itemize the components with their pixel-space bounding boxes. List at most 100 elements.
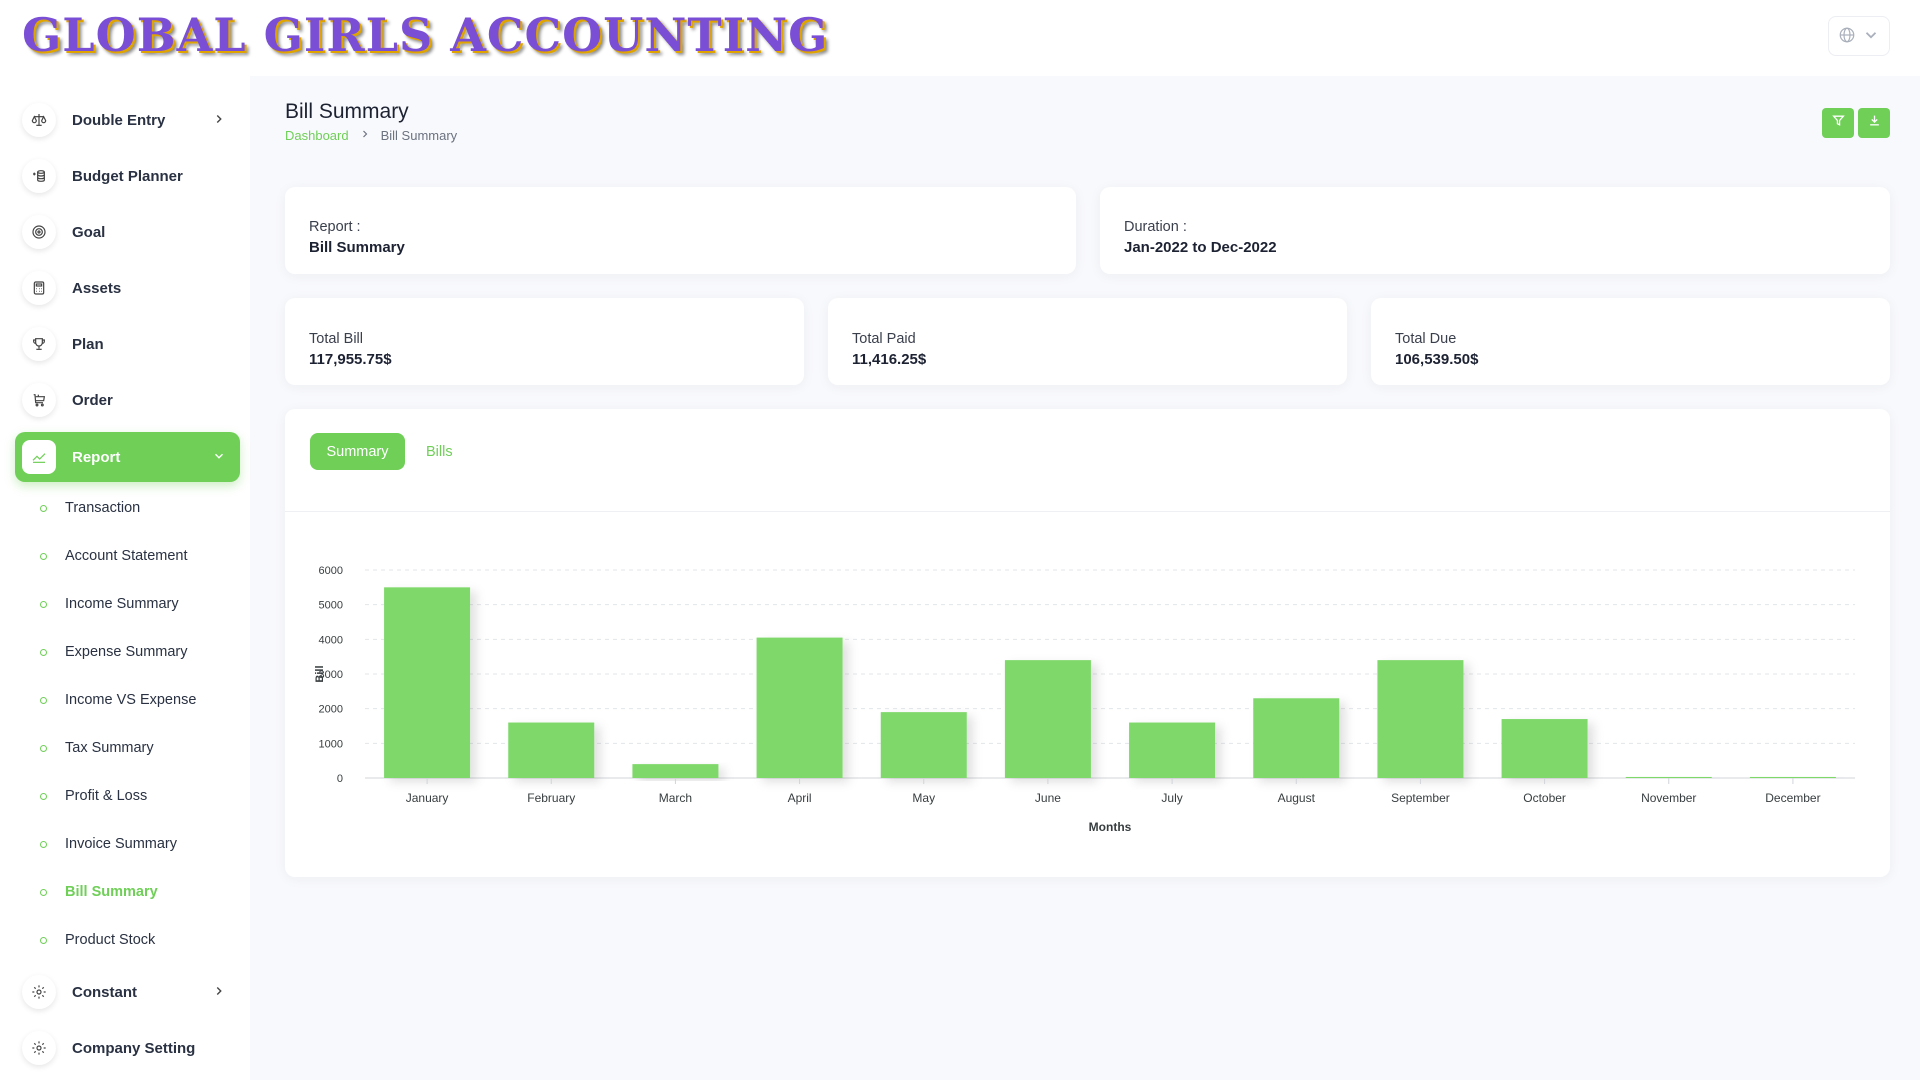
total-paid-value: 11,416.25$ [852, 351, 927, 368]
y-tick-label: 0 [337, 773, 343, 785]
y-tick-label: 2000 [319, 704, 343, 716]
sidebar-subitem-product-stock[interactable]: Product Stock [40, 928, 155, 952]
sidebar-subitem-label: Income VS Expense [65, 692, 197, 708]
total-bill-value: 117,955.75$ [309, 351, 392, 368]
report-label: Report : [309, 219, 361, 235]
sidebar-subitem-label: Tax Summary [65, 740, 154, 756]
total-paid-card: Total Paid 11,416.25$ [828, 298, 1347, 385]
chart-card: Summary Bills 0 1000 2000 3000 4000 5000 6000 J… [285, 409, 1890, 877]
chevron-down-icon [212, 449, 226, 463]
scale-icon [22, 103, 56, 137]
sidebar-item-label: Plan [72, 335, 104, 353]
bullet-icon [40, 648, 47, 656]
trophy-icon [22, 327, 56, 361]
x-tick-label: October [1523, 791, 1566, 805]
sidebar-subitem-label: Account Statement [65, 548, 188, 564]
bullet-icon [40, 600, 47, 608]
y-tick-label: 5000 [319, 600, 343, 612]
globe-icon [1838, 26, 1856, 47]
breadcrumb-current: Bill Summary [380, 127, 458, 143]
x-tick-label: September [1391, 791, 1450, 805]
y-tick-label: 6000 [319, 565, 343, 577]
bar-february [508, 722, 595, 778]
y-tick-label: 4000 [319, 634, 343, 646]
sidebar-subitem-label: Income Summary [65, 596, 179, 612]
chart-line-icon [22, 440, 56, 474]
download-icon [1868, 114, 1881, 132]
bullet-icon [40, 888, 47, 896]
x-tick-label: June [1035, 791, 1061, 805]
bar-september [1377, 660, 1464, 778]
sidebar-subitem-label: Transaction [65, 500, 141, 516]
sidebar-item-plan[interactable]: Plan [15, 319, 240, 369]
target-icon [22, 215, 56, 249]
sidebar-item-order[interactable]: Order [15, 375, 240, 425]
sidebar-item-company-setting[interactable]: Company Setting [15, 1023, 240, 1073]
sidebar-item-goal[interactable]: Goal [15, 207, 240, 257]
sidebar-subitem-expense-summary[interactable]: Expense Summary [40, 640, 188, 664]
breadcrumb-dashboard-link[interactable]: Dashboard [285, 128, 349, 143]
sidebar-subitem-account-statement[interactable]: Account Statement [40, 544, 188, 568]
chevron-right-icon [212, 112, 226, 126]
report-value: Bill Summary [309, 239, 405, 256]
sidebar-subitem-invoice-summary[interactable]: Invoice Summary [40, 832, 177, 856]
filter-button[interactable] [1822, 108, 1854, 138]
sidebar-item-label: Constant [72, 983, 137, 1001]
sidebar-item-label: Report [72, 448, 121, 466]
x-tick-label: February [527, 791, 575, 805]
bullet-icon [40, 792, 47, 800]
bill-bar-chart: 0100020003000400050006000January February… [314, 565, 1855, 834]
sidebar-item-double-entry[interactable]: Double Entry [15, 95, 240, 145]
sidebar-item-constant[interactable]: Constant [15, 967, 240, 1017]
filter-icon [1831, 114, 1845, 132]
sidebar-item-assets[interactable]: Assets [15, 263, 240, 313]
cart-icon [22, 383, 56, 417]
sidebar-subitem-label: Profit & Loss [65, 788, 148, 804]
brand-logo[interactable]: GLOBAL GIRLS ACCOUNTING [22, 8, 828, 62]
language-selector[interactable] [1828, 16, 1890, 56]
bar-august [1253, 698, 1340, 778]
bar-may [880, 712, 967, 778]
download-button[interactable] [1858, 108, 1890, 138]
duration-value: Jan-2022 to Dec-2022 [1124, 239, 1277, 256]
bullet-icon [40, 744, 47, 752]
bar-march [632, 764, 719, 778]
sidebar-item-label: Order [72, 391, 113, 409]
total-due-label: Total Due [1395, 331, 1457, 347]
breadcrumb: Dashboard Bill Summary [285, 127, 457, 143]
page-title: Bill Summary [285, 100, 409, 123]
tab-bills[interactable]: Bills [420, 433, 459, 470]
duration-info-card: Duration : Jan-2022 to Dec-2022 [1100, 187, 1890, 274]
calculator-icon [22, 271, 56, 305]
duration-label: Duration : [1124, 219, 1187, 235]
sidebar-subitem-transaction[interactable]: Transaction [40, 496, 140, 520]
sidebar-subitem-tax-summary[interactable]: Tax Summary [40, 736, 154, 760]
x-tick-label: November [1641, 791, 1696, 805]
x-tick-label: December [1765, 791, 1820, 805]
sidebar-item-label: Assets [72, 279, 122, 297]
chevron-down-icon [1862, 26, 1880, 47]
sidebar-subitem-income-summary[interactable]: Income Summary [40, 592, 179, 616]
sidebar-subitem-bill-summary[interactable]: Bill Summary [40, 880, 158, 904]
x-tick-label: April [788, 791, 812, 805]
tab-summary[interactable]: Summary [310, 433, 405, 470]
sidebar-subitem-profit-loss[interactable]: Profit & Loss [40, 784, 147, 808]
y-tick-label: 1000 [319, 738, 343, 750]
sidebar-subitem-label: Product Stock [65, 932, 156, 948]
bar-june [1004, 660, 1091, 778]
total-bill-label: Total Bill [309, 331, 363, 347]
bar-january [384, 587, 471, 778]
chevron-right-icon [212, 984, 226, 998]
top-bar: GLOBAL GIRLS ACCOUNTING [0, 0, 1920, 76]
sidebar-item-budget-planner[interactable]: Budget Planner [15, 151, 240, 201]
total-bill-card: Total Bill 117,955.75$ [285, 298, 804, 385]
bullet-icon [40, 552, 47, 560]
gear-icon [22, 975, 56, 1009]
sidebar: Double Entry Budget Planner Goal Assets … [0, 76, 250, 1080]
sidebar-item-label: Double Entry [72, 111, 166, 129]
sidebar-item-label: Company Setting [72, 1039, 196, 1057]
bar-october [1501, 719, 1588, 778]
sidebar-subitem-income-vs-expense[interactable]: Income VS Expense [40, 688, 196, 712]
report-info-card: Report : Bill Summary [285, 187, 1076, 274]
sidebar-item-report[interactable]: Report [15, 432, 240, 482]
